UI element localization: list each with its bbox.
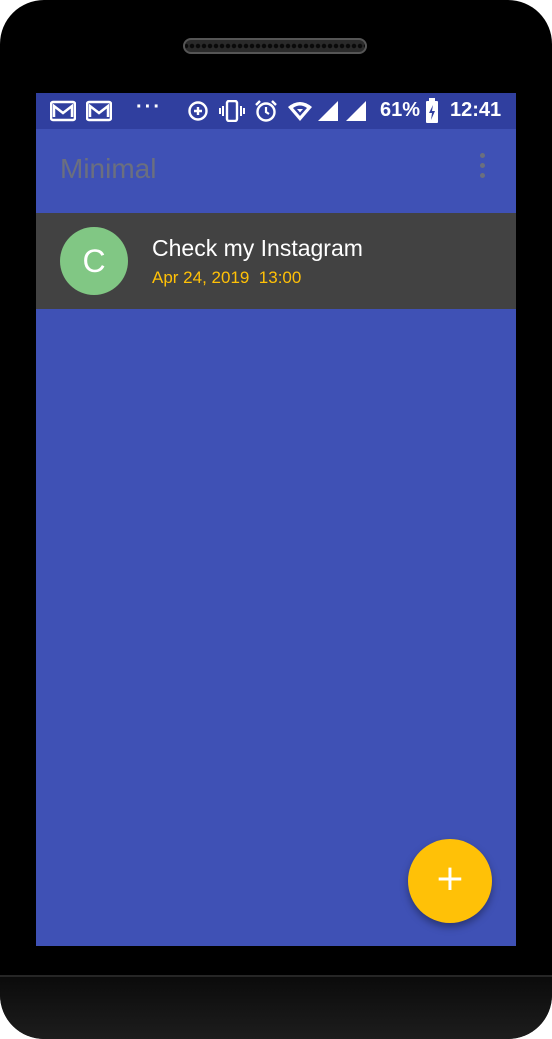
wifi-icon	[287, 100, 313, 126]
signal-icon	[345, 100, 367, 126]
add-button[interactable]: +	[408, 839, 492, 923]
avatar: C	[60, 227, 128, 295]
battery-charging-icon	[425, 98, 439, 128]
list-item-date: Apr 24, 2019 13:00	[152, 268, 302, 287]
list-item[interactable]: C Check my Instagram Apr 24, 2019 13:00	[36, 213, 516, 309]
list-item-title: Check my Instagram	[152, 235, 363, 261]
app-toolbar: Minimal	[36, 129, 516, 213]
app-title: Minimal	[60, 153, 157, 184]
signal-icon	[317, 100, 339, 126]
app-screen: ··· 61% 12:41 Minimal C Check my Instagr…	[36, 93, 516, 946]
data-saver-icon	[187, 100, 209, 126]
add-icon: +	[434, 858, 466, 899]
clock: 12:41	[450, 99, 502, 121]
more-notifications-icon: ···	[136, 96, 162, 118]
battery-percentage: 61%	[380, 99, 421, 121]
more-vert-icon[interactable]	[472, 151, 494, 181]
gmail-icon	[85, 100, 113, 126]
alarm-icon	[254, 100, 278, 126]
phone-bottom-bezel	[0, 975, 552, 1039]
earpiece-speaker	[183, 38, 367, 54]
vibrate-icon	[219, 99, 245, 126]
status-bar: ··· 61% 12:41	[36, 93, 516, 129]
phone-frame: ··· 61% 12:41 Minimal C Check my Instagr…	[0, 0, 552, 1039]
gmail-icon	[49, 100, 77, 126]
